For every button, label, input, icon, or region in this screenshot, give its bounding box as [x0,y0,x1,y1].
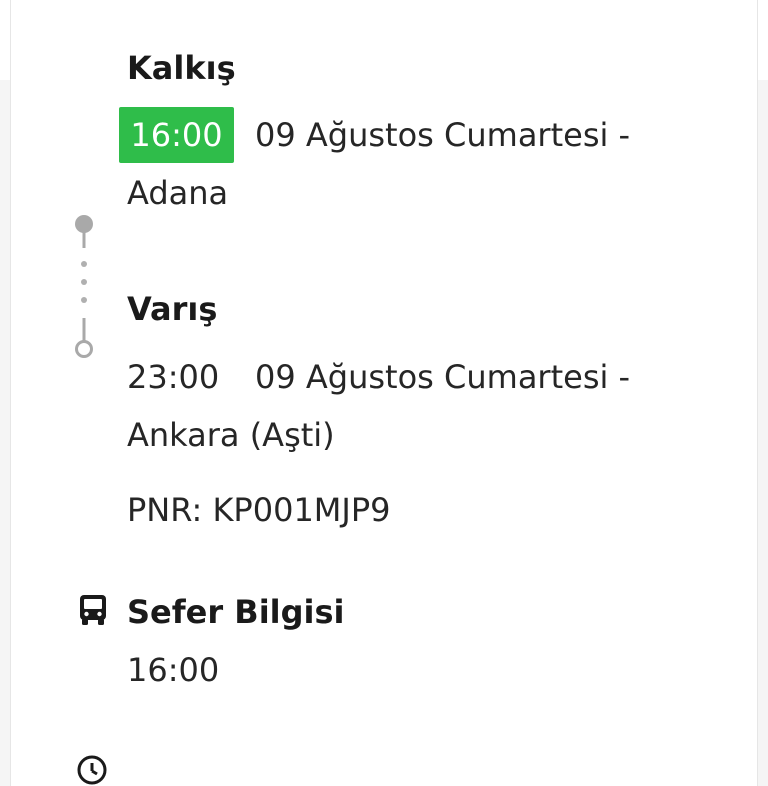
arrival-city: Ankara (Aşti) [127,416,335,454]
pnr-code: PNR: KP001MJP9 [127,491,391,529]
arrival-date: 09 Ağustos Cumartesi - [255,358,631,396]
trip-info-heading: Sefer Bilgisi [127,593,345,631]
arrival-heading: Varış [127,290,218,328]
departure-time-badge: 16:00 [119,107,234,163]
route-connector-icon [75,215,93,358]
trip-info-time: 16:00 [127,651,220,689]
departure-heading: Kalkış [127,49,236,87]
departure-date: 09 Ağustos Cumartesi - [255,116,631,154]
departure-city: Adana [127,174,229,212]
clock-icon [77,755,107,785]
bus-icon [80,595,106,625]
arrival-time: 23:00 [127,358,220,396]
